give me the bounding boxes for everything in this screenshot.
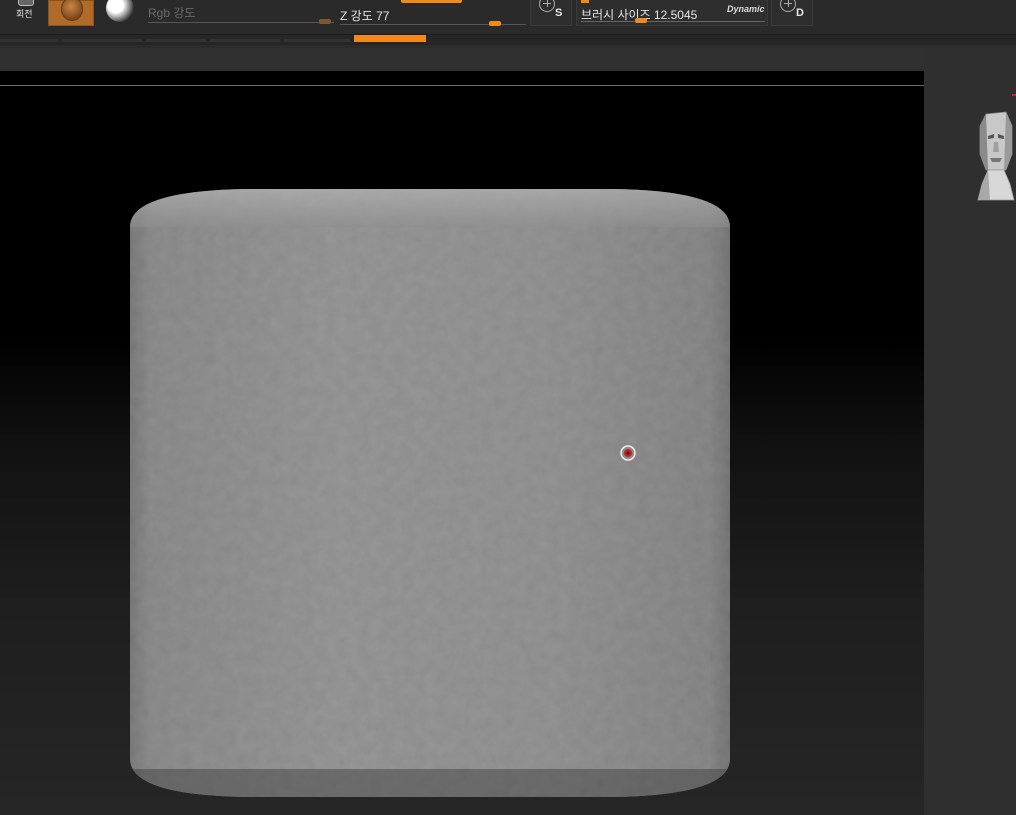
- s-button[interactable]: S: [530, 0, 572, 26]
- circle-plus-icon: [539, 0, 555, 12]
- palette-cell: [62, 39, 142, 42]
- rotate-icon: [18, 0, 34, 6]
- rgb-intensity-label: Rgb 강도: [148, 6, 196, 20]
- palette-cell: [0, 39, 58, 42]
- d-button[interactable]: D: [771, 0, 813, 26]
- axis-marker: [1012, 94, 1016, 96]
- material-sphere-icon: [61, 0, 83, 21]
- brush-size-track: [581, 21, 765, 22]
- rotate-label: 회전: [16, 9, 33, 19]
- rotate-button[interactable]: 회전: [8, 0, 40, 26]
- right-tray: [924, 48, 1016, 815]
- z-intensity-slider[interactable]: Z 강도 77: [338, 0, 528, 30]
- rgb-intensity-handle[interactable]: [319, 19, 331, 24]
- circle-plus-icon: [780, 0, 796, 12]
- texture-sphere-icon: [106, 0, 134, 22]
- z-intensity-handle[interactable]: [489, 21, 501, 26]
- rgb-intensity-track: [148, 22, 334, 23]
- viewport-border-line: [0, 85, 924, 86]
- d-button-letter: D: [796, 7, 804, 19]
- texture-button[interactable]: [100, 0, 140, 26]
- cylinder-model[interactable]: [126, 187, 734, 799]
- palette-cell: [284, 39, 350, 42]
- palette-cell: [210, 39, 280, 42]
- palette-cell: [146, 39, 206, 42]
- z-intensity-value: 77: [376, 9, 390, 23]
- brush-size-handle[interactable]: [635, 18, 647, 23]
- brush-size-value: 12.5045: [653, 8, 698, 22]
- brush-size-indicator: [581, 0, 589, 3]
- top-toolbar: 회전 Rgb 강도 Z 강도 77 S 브러시 사이즈 12.5045 Dyna…: [0, 0, 1016, 34]
- viewport-header-strip: [0, 48, 924, 71]
- dynamic-toggle[interactable]: Dynamic: [727, 4, 765, 14]
- z-intensity-label: Z 강도 77: [340, 9, 390, 23]
- viewport-top-band: [0, 71, 924, 85]
- active-tab-indicator[interactable]: [354, 35, 426, 42]
- head-orientation-icon[interactable]: [974, 108, 1016, 208]
- document-viewport[interactable]: [0, 71, 924, 815]
- material-button[interactable]: [48, 0, 94, 26]
- brush-size-slider[interactable]: 브러시 사이즈 12.5045 Dynamic: [576, 0, 768, 26]
- brush-cursor-icon: [620, 445, 636, 461]
- toolbar-separator: [0, 34, 1016, 45]
- s-button-letter: S: [555, 7, 563, 19]
- rgb-intensity-slider[interactable]: Rgb 강도: [146, 0, 336, 30]
